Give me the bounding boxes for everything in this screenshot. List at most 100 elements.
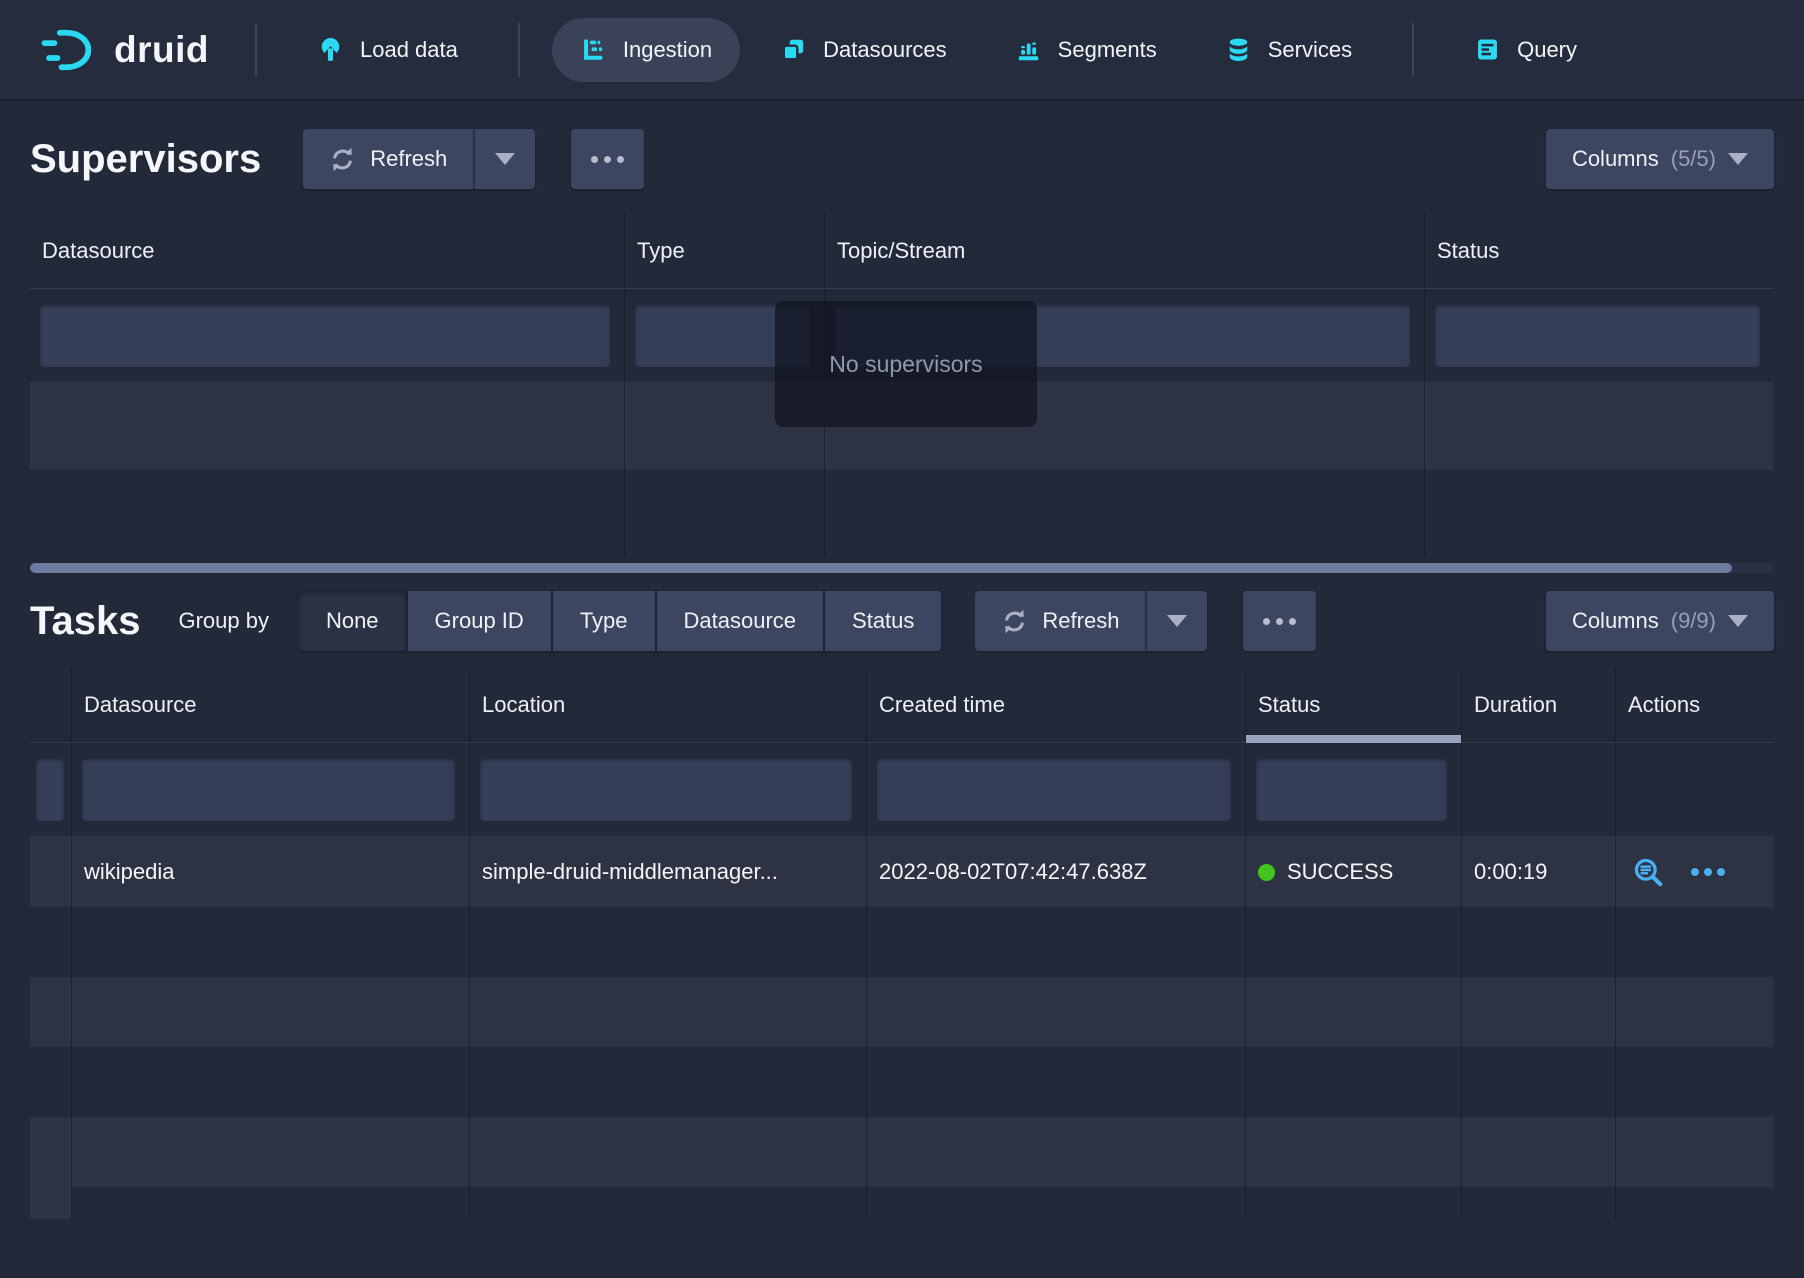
status-badge: SUCCESS: [1287, 859, 1393, 885]
group-by-type-button[interactable]: Type: [553, 591, 657, 651]
duration-cell: 0:00:19: [1462, 837, 1616, 907]
header-created-time[interactable]: Created time: [867, 667, 1246, 742]
nav-divider: [255, 23, 257, 77]
expander-cell: [30, 837, 72, 907]
tasks-title: Tasks: [30, 599, 140, 644]
tasks-filter-row: [30, 743, 1774, 837]
query-document-icon: [1474, 36, 1501, 63]
empty-table-row: [30, 383, 1774, 470]
group-by-datasource-button[interactable]: Datasource: [657, 591, 826, 651]
group-by-status-button[interactable]: Status: [825, 591, 941, 651]
scrollbar-thumb[interactable]: [30, 563, 1732, 573]
druid-logo[interactable]: druid: [40, 27, 209, 73]
supervisors-header-row: Datasource Type Topic/Stream Status: [30, 213, 1774, 289]
header-duration[interactable]: Duration: [1462, 667, 1616, 742]
refresh-label: Refresh: [1042, 608, 1119, 634]
empty-table-row: [30, 1047, 1774, 1117]
supervisors-refresh-split-button: Refresh: [303, 129, 535, 189]
tasks-refresh-button[interactable]: Refresh: [975, 591, 1145, 651]
tasks-more-button[interactable]: [1243, 591, 1316, 651]
tasks-columns-button[interactable]: Columns (9/9): [1546, 591, 1774, 651]
druid-logo-icon: [40, 27, 98, 73]
header-location[interactable]: Location: [470, 667, 867, 742]
tasks-header-row: Datasource Location Created time Status …: [30, 667, 1774, 743]
header-topic-stream[interactable]: Topic/Stream: [825, 213, 1425, 288]
empty-table-row: [30, 907, 1774, 977]
layers-icon: [780, 36, 807, 63]
columns-label: Columns: [1572, 146, 1659, 172]
supervisors-title: Supervisors: [30, 137, 261, 182]
supervisors-section-header: Supervisors Refresh: [30, 101, 1774, 213]
created-time-cell: 2022-08-02T07:42:47.638Z: [867, 837, 1246, 907]
topic-stream-filter-input[interactable]: [835, 305, 1410, 367]
header-type[interactable]: Type: [625, 213, 825, 288]
empty-table-row: [30, 977, 1774, 1047]
supervisors-columns-button[interactable]: Columns (5/5): [1546, 129, 1774, 189]
nav-datasources[interactable]: Datasources: [752, 18, 975, 82]
supervisors-refresh-dropdown-button[interactable]: [473, 129, 535, 189]
group-by-button-group: None Group ID Type Datasource Status: [299, 591, 941, 651]
supervisors-refresh-button[interactable]: Refresh: [303, 129, 473, 189]
nav-services[interactable]: Services: [1197, 18, 1380, 82]
location-cell: simple-druid-middlemanager...: [470, 837, 867, 907]
database-icon: [1225, 36, 1252, 63]
nav-ingestion[interactable]: Ingestion: [552, 18, 740, 82]
empty-table-row: [30, 1187, 1774, 1219]
tasks-table: Datasource Location Created time Status …: [30, 667, 1774, 1219]
nav-query[interactable]: Query: [1446, 18, 1605, 82]
nav-segments[interactable]: Segments: [987, 18, 1185, 82]
created-time-filter-input[interactable]: [877, 759, 1231, 821]
empty-table-row: [30, 1117, 1774, 1187]
location-filter-input[interactable]: [480, 759, 852, 821]
header-datasource[interactable]: Datasource: [30, 213, 625, 288]
group-by-none-button[interactable]: None: [299, 591, 408, 651]
header-status[interactable]: Status: [1425, 213, 1774, 288]
nav-load-data[interactable]: Load data: [289, 18, 486, 82]
columns-count: (9/9): [1671, 608, 1716, 634]
chevron-down-icon: [1728, 615, 1748, 627]
refresh-label: Refresh: [370, 146, 447, 172]
status-success-dot: [1258, 864, 1275, 881]
status-filter-input[interactable]: [1256, 759, 1447, 821]
columns-count: (5/5): [1671, 146, 1716, 172]
actions-cell: [1616, 837, 1774, 907]
header-actions[interactable]: Actions: [1616, 667, 1774, 742]
brand-wordmark: druid: [114, 29, 209, 71]
nav-label: Query: [1517, 37, 1577, 63]
expander-filter-input[interactable]: [36, 759, 64, 821]
chevron-down-icon: [1167, 615, 1187, 627]
task-row-wikipedia[interactable]: wikipedia simple-druid-middlemanager... …: [30, 837, 1774, 907]
search-icon[interactable]: [1632, 856, 1665, 889]
nav-label: Ingestion: [623, 37, 712, 63]
header-datasource[interactable]: Datasource: [72, 667, 470, 742]
empty-table-row: [30, 470, 1774, 557]
refresh-icon: [329, 146, 356, 173]
columns-label: Columns: [1572, 608, 1659, 634]
nav-divider: [1412, 23, 1414, 77]
more-icon: [1263, 618, 1270, 625]
datasource-cell: wikipedia: [72, 837, 470, 907]
tasks-refresh-dropdown-button[interactable]: [1145, 591, 1207, 651]
type-filter-input[interactable]: [635, 305, 810, 367]
top-navbar: druid Load data Ingestion: [0, 0, 1804, 101]
status-filter-input[interactable]: [1435, 305, 1760, 367]
header-expander-column: [30, 667, 72, 742]
status-cell: SUCCESS: [1246, 837, 1462, 907]
nav-divider: [518, 23, 520, 77]
supervisors-table: Datasource Type Topic/Stream Status No s…: [30, 213, 1774, 557]
nav-label: Load data: [360, 37, 458, 63]
datasource-filter-input[interactable]: [40, 305, 610, 367]
datasource-filter-input[interactable]: [82, 759, 455, 821]
nav-label: Services: [1268, 37, 1352, 63]
nav-label: Segments: [1058, 37, 1157, 63]
supervisors-filter-row: [30, 289, 1774, 383]
supervisors-more-button[interactable]: [571, 129, 644, 189]
supervisors-horizontal-scrollbar[interactable]: [30, 563, 1774, 573]
group-by-group-id-button[interactable]: Group ID: [408, 591, 553, 651]
tasks-section-header: Tasks Group by None Group ID Type Dataso…: [30, 573, 1774, 667]
tasks-refresh-split-button: Refresh: [975, 591, 1207, 651]
ingestion-chart-icon: [580, 36, 607, 63]
sort-indicator: [1246, 735, 1461, 743]
header-status-sorted[interactable]: Status: [1246, 667, 1462, 742]
more-icon[interactable]: [1691, 868, 1725, 876]
